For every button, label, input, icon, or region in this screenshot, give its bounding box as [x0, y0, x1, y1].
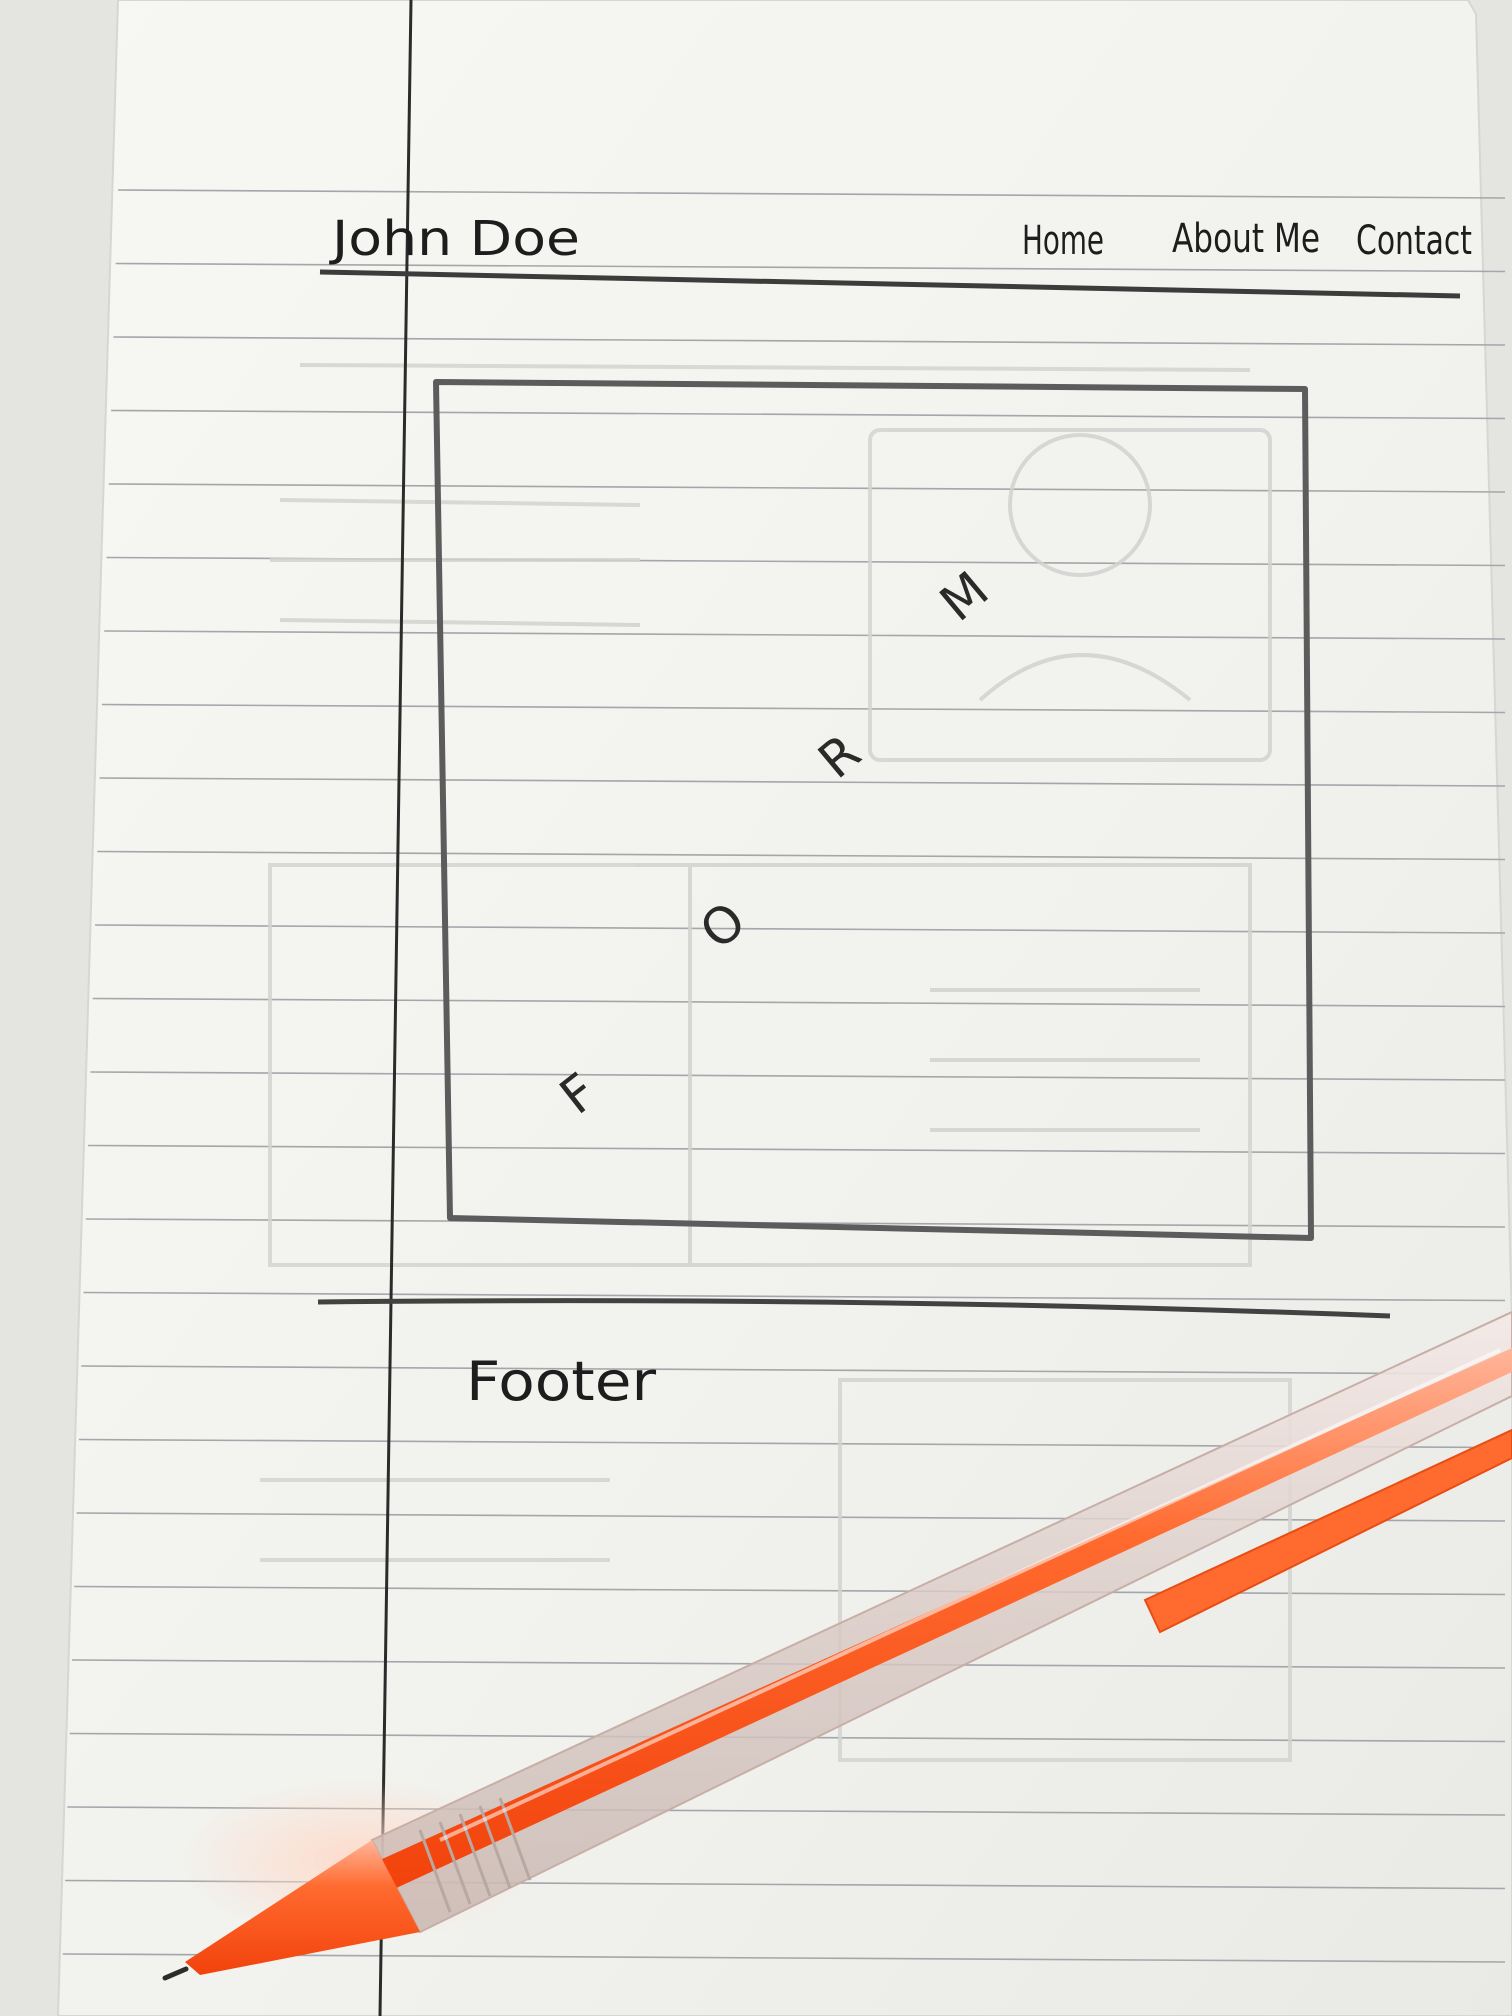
nav-home: Home: [1022, 218, 1104, 264]
footer-label: Footer: [466, 1350, 657, 1413]
nav-contact: Contact: [1356, 218, 1472, 264]
photo-scene: John Doe Home About Me Contact F O R M F…: [0, 0, 1512, 2016]
nav-about-me: About Me: [1172, 216, 1320, 262]
site-title: John Doe: [329, 211, 580, 267]
